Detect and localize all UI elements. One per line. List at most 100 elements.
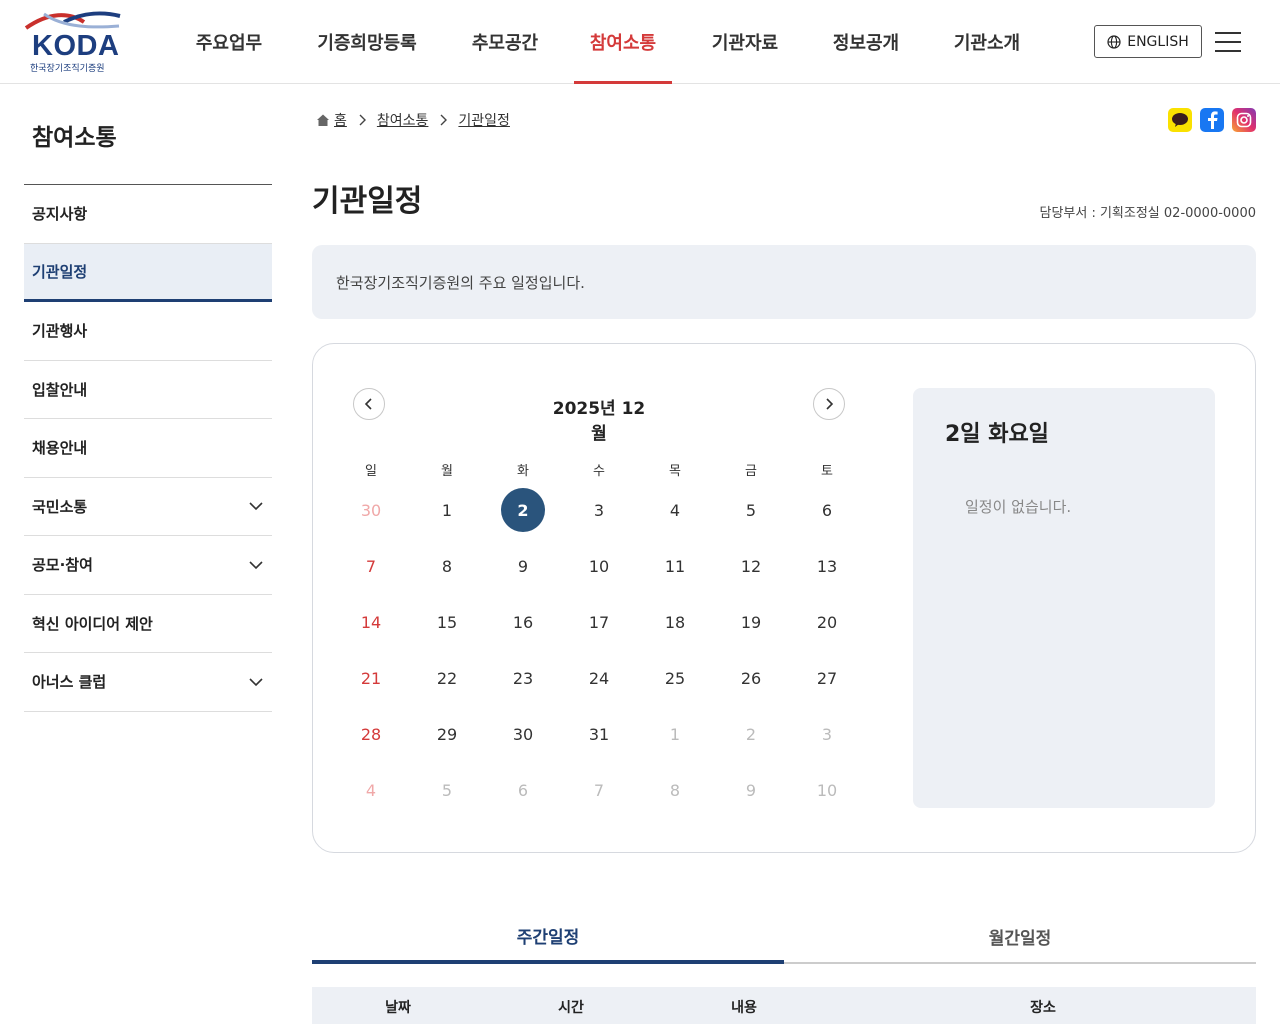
schedule-table-header: 날짜 시간 내용 장소 [312,987,1256,1024]
calendar-day[interactable]: 8 [637,762,713,818]
intro-banner: 한국장기조직기증원의 주요 일정입니다. [312,245,1256,319]
calendar-day[interactable]: 23 [485,650,561,706]
sidebar-title: 참여소통 [32,125,117,151]
calendar-day[interactable]: 3 [561,482,637,538]
calendar-day[interactable]: 1 [637,706,713,762]
sidebar-item-label: 국민소통 [32,497,88,516]
weekday-wed: 수 [593,464,605,479]
main-nav: 주요업무 기증희망등록 추모공간 참여소통 기관자료 정보공개 기관소개 [170,0,1046,84]
sidebar-menu: 공지사항 기관일정 기관행사 입찰안내 채용안내 국민소통 공모·참여 혁신 아… [24,184,272,712]
kakao-icon[interactable] [1168,108,1192,132]
calendar-day-selected[interactable]: 2 [485,482,561,538]
facebook-icon[interactable] [1200,108,1224,132]
logo-subtitle: 한국장기조직기증원 [30,64,105,74]
instagram-icon[interactable] [1232,108,1256,132]
sidebar-item-schedule[interactable]: 기관일정 [24,243,272,302]
calendar-day[interactable]: 24 [561,650,637,706]
prev-month-button[interactable] [353,388,385,420]
calendar-day[interactable]: 8 [409,538,485,594]
calendar-day[interactable]: 2 [713,706,789,762]
nav-item-participation[interactable]: 참여소통 [574,0,672,84]
calendar-day[interactable]: 3 [789,706,865,762]
calendar-day[interactable]: 12 [713,538,789,594]
calendar-week: 4 5 6 7 8 9 10 [333,762,865,818]
calendar-day[interactable]: 7 [333,538,409,594]
calendar-day[interactable]: 9 [713,762,789,818]
calendar-day[interactable]: 18 [637,594,713,650]
calendar-day[interactable]: 17 [561,594,637,650]
sidebar-item-label: 채용안내 [32,439,88,458]
calendar-day[interactable]: 16 [485,594,561,650]
next-month-button[interactable] [813,388,845,420]
english-button[interactable]: ENGLISH [1094,25,1202,58]
calendar-day[interactable]: 4 [333,762,409,818]
column-header-date: 날짜 [385,1000,411,1016]
sidebar-item-recruit[interactable]: 채용안내 [24,419,272,478]
nav-item-resources[interactable]: 기관자료 [686,0,804,84]
tab-monthly[interactable]: 월간일정 [784,910,1256,964]
calendar-day[interactable]: 15 [409,594,485,650]
selected-date-label: 2일 화요일 [945,422,1049,447]
chevron-right-icon [440,114,448,126]
calendar-day[interactable]: 19 [713,594,789,650]
sidebar-item-label: 기관일정 [32,262,88,281]
english-label: ENGLISH [1127,33,1189,50]
department-info: 담당부서 : 기획조정실 02-0000-0000 [1039,206,1256,221]
calendar-day[interactable]: 4 [637,482,713,538]
calendar-day[interactable]: 13 [789,538,865,594]
calendar-day[interactable]: 30 [485,706,561,762]
calendar-day[interactable]: 20 [789,594,865,650]
chevron-down-icon [249,502,263,511]
calendar-day[interactable]: 25 [637,650,713,706]
breadcrumb-schedule[interactable]: 기관일정 [458,110,510,130]
sidebar-item-notice[interactable]: 공지사항 [24,185,272,244]
calendar-day[interactable]: 14 [333,594,409,650]
calendar-day[interactable]: 9 [485,538,561,594]
sidebar-item-events[interactable]: 기관행사 [24,302,272,361]
calendar-week: 30 1 2 3 4 5 6 [333,482,865,538]
calendar-day[interactable]: 28 [333,706,409,762]
calendar-weekday-row: 일 월 화 수 목 금 토 [333,452,865,482]
calendar-day[interactable]: 27 [789,650,865,706]
calendar-day[interactable]: 6 [789,482,865,538]
calendar-day[interactable]: 1 [409,482,485,538]
chevron-down-icon [249,678,263,686]
sidebar-item-label: 혁신 아이디어 제안 [32,614,153,633]
calendar-day[interactable]: 30 [333,482,409,538]
nav-item-donation-register[interactable]: 기증희망등록 [288,0,446,84]
calendar-day[interactable]: 26 [713,650,789,706]
calendar-day[interactable]: 10 [789,762,865,818]
logo-swoosh-icon [24,11,121,30]
tab-weekly[interactable]: 주간일정 [312,910,784,964]
home-icon [317,114,329,126]
breadcrumb-home[interactable]: 홈 [334,110,347,130]
calendar-week: 14 15 16 17 18 19 20 [333,594,865,650]
calendar-day[interactable]: 11 [637,538,713,594]
hamburger-menu-icon[interactable] [1212,28,1244,56]
calendar-day[interactable]: 5 [409,762,485,818]
sidebar-item-public-comm[interactable]: 국민소통 [24,478,272,536]
calendar-day[interactable]: 21 [333,650,409,706]
calendar-day[interactable]: 5 [713,482,789,538]
calendar-day[interactable]: 10 [561,538,637,594]
page-title: 기관일정 [312,184,423,219]
breadcrumb-participation[interactable]: 참여소통 [377,110,429,130]
sidebar-item-label: 기관행사 [32,322,88,341]
calendar-day[interactable]: 7 [561,762,637,818]
sidebar-item-idea[interactable]: 혁신 아이디어 제안 [24,595,272,653]
calendar-day[interactable]: 29 [409,706,485,762]
calendar-day[interactable]: 31 [561,706,637,762]
sidebar-item-bidding[interactable]: 입찰안내 [24,361,272,419]
sidebar-item-contest[interactable]: 공모·참여 [24,536,272,595]
calendar-day[interactable]: 22 [409,650,485,706]
sidebar-item-honors-club[interactable]: 아너스 클럽 [24,653,272,712]
nav-item-about[interactable]: 기관소개 [928,0,1046,84]
day-detail-panel: 2일 화요일 일정이 없습니다. [913,388,1215,808]
nav-item-disclosure[interactable]: 정보공개 [804,0,928,84]
koda-logo[interactable]: KODA 한국장기조직기증원 [24,10,124,74]
weekday-mon: 월 [441,464,453,479]
nav-item-main-work[interactable]: 주요업무 [170,0,288,84]
sidebar-item-label: 공모·참여 [32,556,93,575]
nav-item-memorial[interactable]: 추모공간 [446,0,564,84]
calendar-day[interactable]: 6 [485,762,561,818]
